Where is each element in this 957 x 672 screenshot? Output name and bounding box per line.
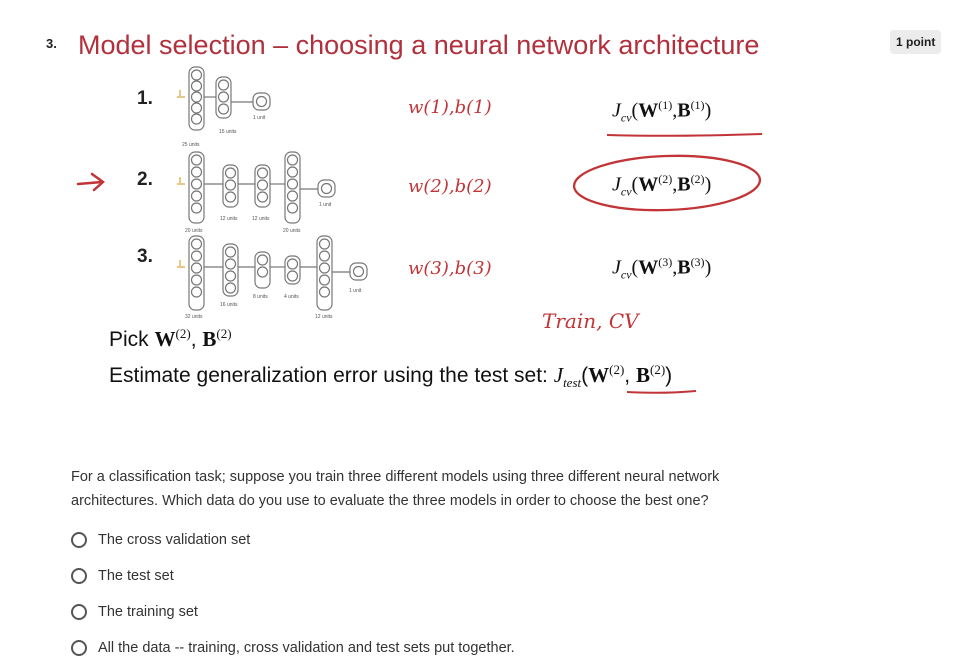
- units-label: 12 units: [252, 216, 270, 222]
- row-number: 3.: [137, 246, 153, 267]
- option-cross-validation[interactable]: The cross validation set: [71, 528, 250, 552]
- option-test-set[interactable]: The test set: [71, 564, 174, 588]
- units-label: 8 units: [253, 294, 268, 300]
- units-label: 20 units: [283, 228, 301, 234]
- units-label: 12 units: [220, 216, 238, 222]
- estimate-line: Estimate generalization error using the …: [109, 362, 673, 391]
- lecture-slide-image: Model selection – choosing a neural netw…: [72, 22, 830, 404]
- units-label: 15 units: [219, 129, 237, 135]
- red-arrow-icon: [76, 172, 105, 192]
- radio-button[interactable]: [71, 604, 87, 620]
- option-label: All the data -- training, cross validati…: [98, 640, 515, 656]
- units-label: 1 unit: [349, 288, 362, 294]
- radio-button[interactable]: [71, 640, 87, 656]
- cost-formula: Jcv(W(3),B(3)): [612, 255, 712, 282]
- units-label: 16 units: [220, 302, 238, 308]
- train-cv-note: Train, CV: [542, 309, 639, 333]
- option-label: The cross validation set: [98, 532, 251, 548]
- radio-button[interactable]: [71, 568, 87, 584]
- units-label: 1 unit: [253, 115, 266, 121]
- question-text: For a classification task; suppose you t…: [71, 469, 720, 509]
- question-number: 3.: [46, 36, 57, 51]
- units-label: 1 unit: [319, 202, 332, 208]
- units-label: 25 units: [182, 142, 200, 148]
- params-label: w(3),b(3): [408, 258, 492, 279]
- pick-line: Pick W(2), B(2): [109, 326, 232, 351]
- units-label: 32 units: [185, 314, 203, 320]
- cost-formula: Jcv(W(1),B(1)): [612, 98, 712, 125]
- units-label: 20 units: [185, 228, 203, 234]
- params-label: w(2),b(2): [408, 176, 492, 197]
- network-2: [177, 151, 336, 224]
- option-all-data[interactable]: All the data -- training, cross validati…: [71, 636, 515, 660]
- params-label: w(1),b(1): [408, 97, 492, 118]
- row-number: 2.: [137, 169, 153, 190]
- points-badge: 1 point: [890, 30, 942, 54]
- cost-formula: Jcv(W(2),B(2)): [612, 172, 712, 199]
- row-number: 1.: [137, 88, 153, 109]
- radio-button[interactable]: [71, 532, 87, 548]
- red-underline: [626, 390, 697, 394]
- option-training-set[interactable]: The training set: [71, 600, 198, 624]
- option-label: The training set: [98, 604, 198, 620]
- units-label: 12 units: [315, 314, 333, 320]
- option-label: The test set: [98, 568, 174, 584]
- red-underline: [606, 133, 763, 137]
- network-3: [177, 235, 368, 311]
- units-label: 4 units: [284, 294, 299, 300]
